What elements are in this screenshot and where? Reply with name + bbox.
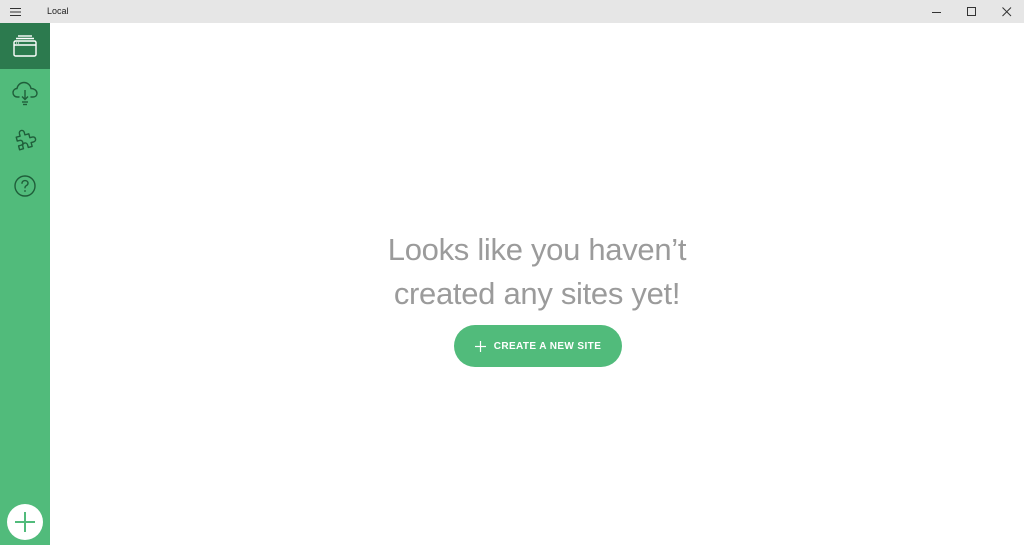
minimize-icon xyxy=(931,11,941,13)
sidebar-item-help[interactable] xyxy=(0,163,50,209)
create-new-site-button[interactable]: CREATE A NEW SITE xyxy=(454,325,622,367)
empty-state-line-2: created any sites yet! xyxy=(393,276,681,311)
maximize-icon xyxy=(966,6,976,16)
plus-icon xyxy=(15,512,35,532)
close-button[interactable] xyxy=(989,0,1024,23)
empty-state-line-1: Looks like you haven’t xyxy=(387,232,687,267)
maximize-button[interactable] xyxy=(954,0,989,23)
window-controls xyxy=(919,0,1024,23)
title-bar: Local xyxy=(0,0,1024,23)
sidebar xyxy=(0,23,50,545)
empty-state-message: Looks like you haven’t created any sites… xyxy=(50,228,1024,316)
cloud-download-icon xyxy=(12,81,38,106)
puzzle-icon xyxy=(15,129,37,151)
browser-window-icon xyxy=(13,35,37,57)
minimize-button[interactable] xyxy=(919,0,954,23)
add-site-button[interactable] xyxy=(7,504,43,540)
menu-button[interactable] xyxy=(0,0,32,23)
plus-icon xyxy=(474,340,486,352)
sidebar-item-connect[interactable] xyxy=(0,70,50,116)
sidebar-item-sites[interactable] xyxy=(0,23,50,69)
window-title: Local xyxy=(47,6,69,16)
close-icon xyxy=(1001,6,1011,16)
hamburger-icon xyxy=(10,7,21,16)
create-new-site-label: CREATE A NEW SITE xyxy=(493,340,602,352)
question-circle-icon xyxy=(14,175,36,197)
sidebar-item-addons[interactable] xyxy=(0,116,50,162)
